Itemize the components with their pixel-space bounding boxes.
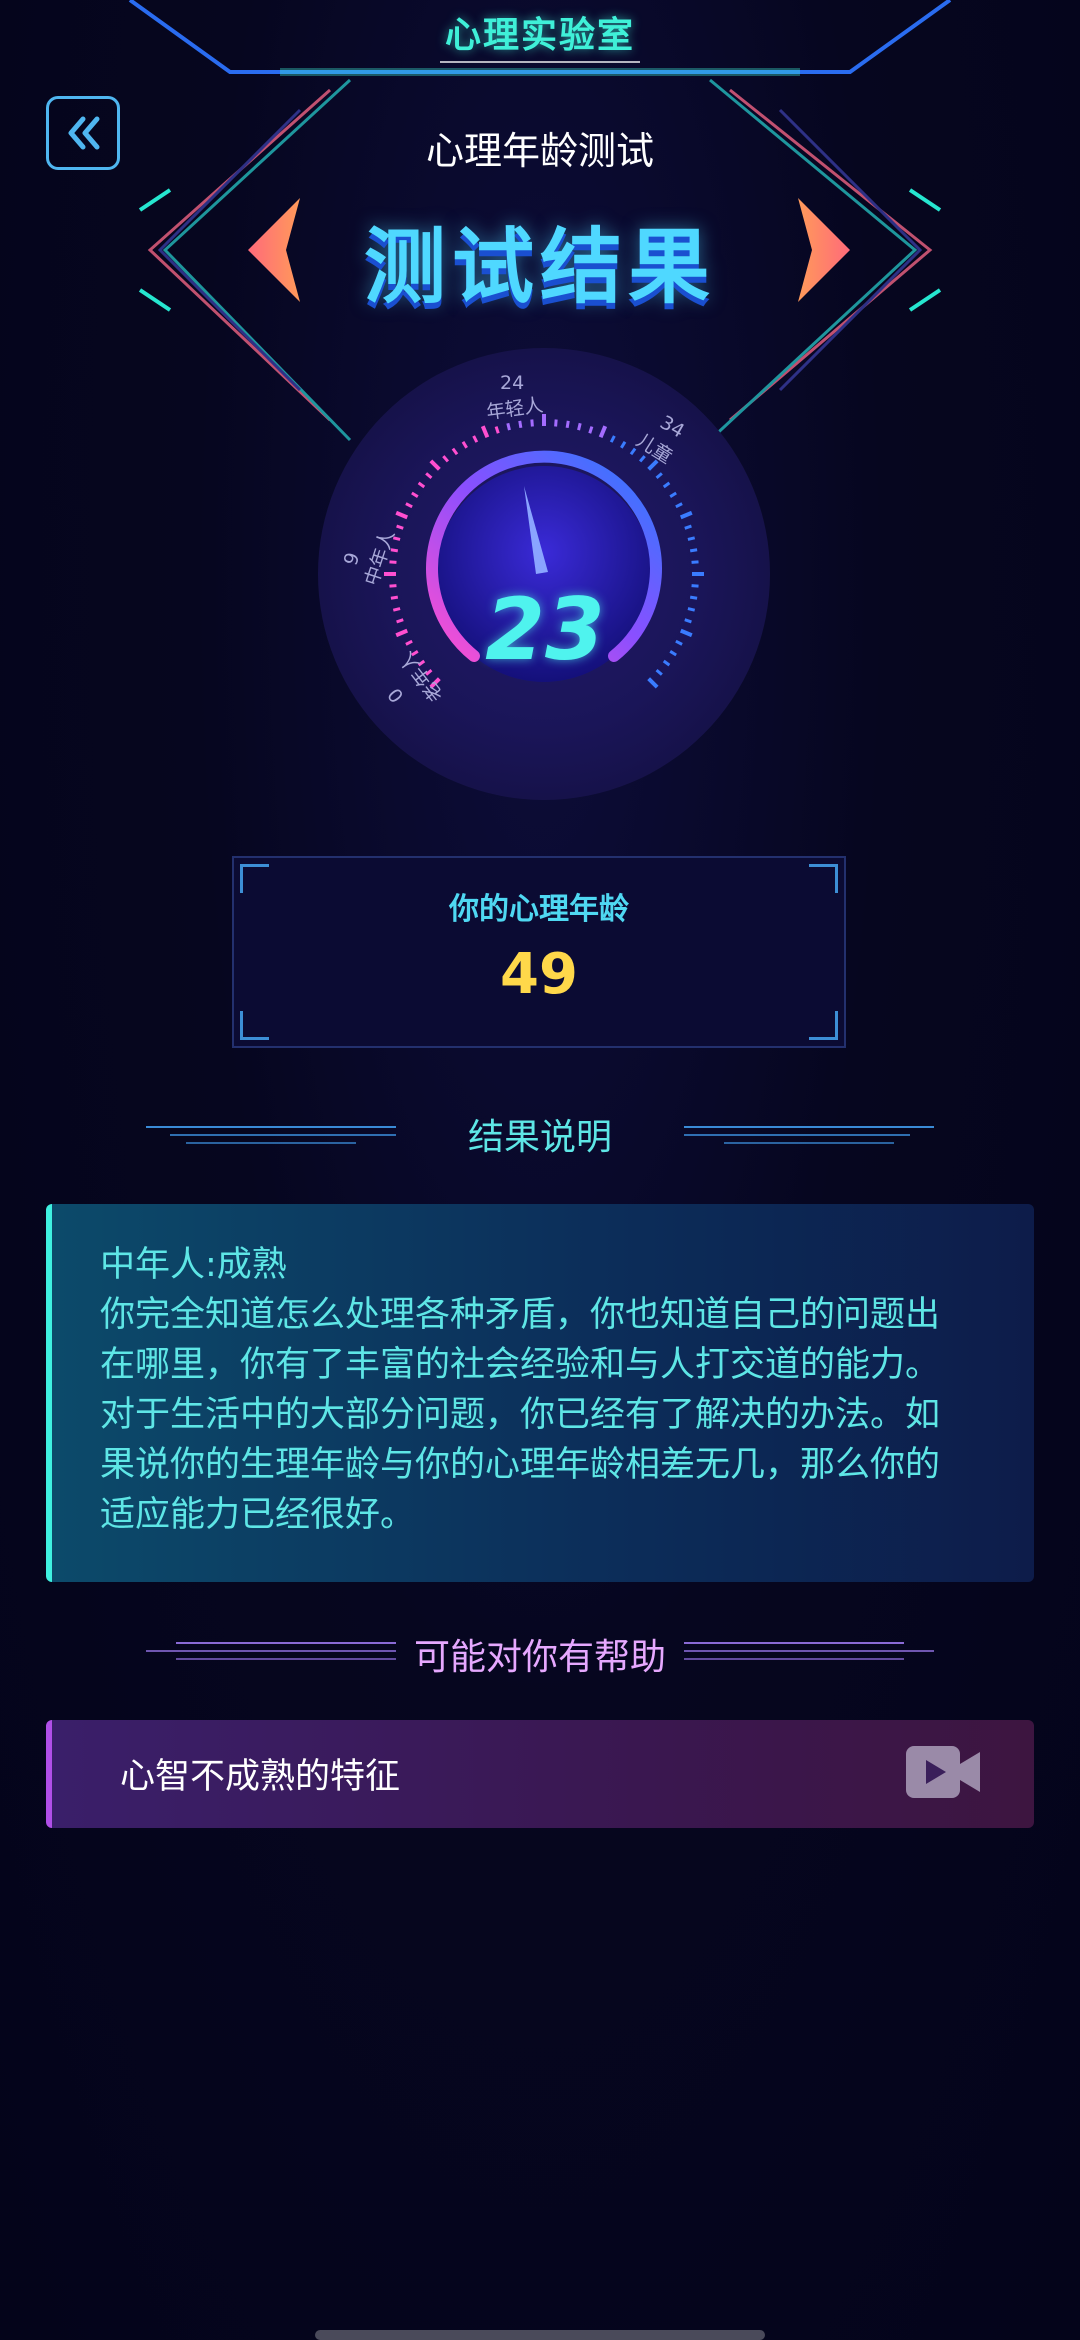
section-divider-right	[684, 1116, 934, 1150]
gauge-tick	[689, 595, 698, 600]
gauge-tick	[565, 420, 570, 429]
lab-title: 心理实验室	[444, 15, 635, 56]
result-heading: 中年人:成熟	[100, 1245, 287, 1285]
description-line: 对于生活中的大部分问题，你已经有了解决的办法。如	[100, 1395, 941, 1435]
gauge-tick	[689, 548, 698, 553]
video-play-icon	[906, 1746, 980, 1798]
help-item-label: 心智不成熟的特征	[120, 1757, 401, 1797]
description-line: 你完全知道怎么处理各种矛盾，你也知道自己的问题出	[100, 1295, 941, 1335]
gauge-tick	[684, 524, 692, 530]
corner-decoration	[240, 1011, 269, 1040]
gauge-tick	[530, 419, 534, 427]
description-line: 果说你的生理年龄与你的心理年龄相差无几，那么你的	[100, 1445, 941, 1485]
psychological-age-box: 你的心理年龄 49	[232, 856, 846, 1048]
help-item-video[interactable]: 心智不成熟的特征	[46, 1720, 1034, 1828]
gauge-tick	[684, 618, 692, 624]
gauge-tick	[588, 426, 594, 434]
result-description: 你完全知道怎么处理各种矛盾，你也知道自己的问题出 在哪里，你有了丰富的社会经验和…	[100, 1290, 986, 1540]
gauge-tick	[687, 536, 696, 541]
home-indicator	[315, 2330, 765, 2340]
gauge-tick	[687, 607, 696, 612]
gauge-tick	[518, 420, 523, 429]
gauge-tick	[396, 524, 404, 530]
age-value: 49	[500, 942, 578, 1007]
description-line: 在哪里，你有了丰富的社会经验和与人打交道的能力。	[100, 1345, 941, 1385]
gauge-tick	[691, 560, 699, 564]
gauge-tick	[577, 422, 582, 431]
result-title: 测试结果	[363, 220, 716, 315]
corner-decoration	[809, 1011, 838, 1040]
gauge-tick	[396, 618, 404, 624]
description-line: 适应能力已经很好。	[100, 1495, 416, 1535]
result-page: 心理实验室 心理年龄测试 测试结果 23 24 年轻人 34 儿童 9 中年人 …	[0, 0, 1080, 2340]
gauge-tick	[506, 422, 511, 431]
test-name: 心理年龄测试	[425, 129, 654, 173]
gauge-tick	[554, 419, 558, 427]
gauge-value: 23	[485, 580, 605, 680]
gauge-tick	[390, 595, 399, 600]
gauge-tick	[691, 584, 699, 588]
gauge-tick	[392, 607, 401, 612]
tick-24: 24	[500, 372, 525, 394]
age-label: 你的心理年龄	[449, 892, 629, 927]
gauge-tick	[389, 584, 397, 588]
result-explanation-card: 中年人:成熟 你完全知道怎么处理各种矛盾，你也知道自己的问题出 在哪里，你有了丰…	[46, 1204, 1034, 1582]
section-divider-right	[684, 1636, 934, 1670]
gauge-tick	[494, 426, 500, 434]
